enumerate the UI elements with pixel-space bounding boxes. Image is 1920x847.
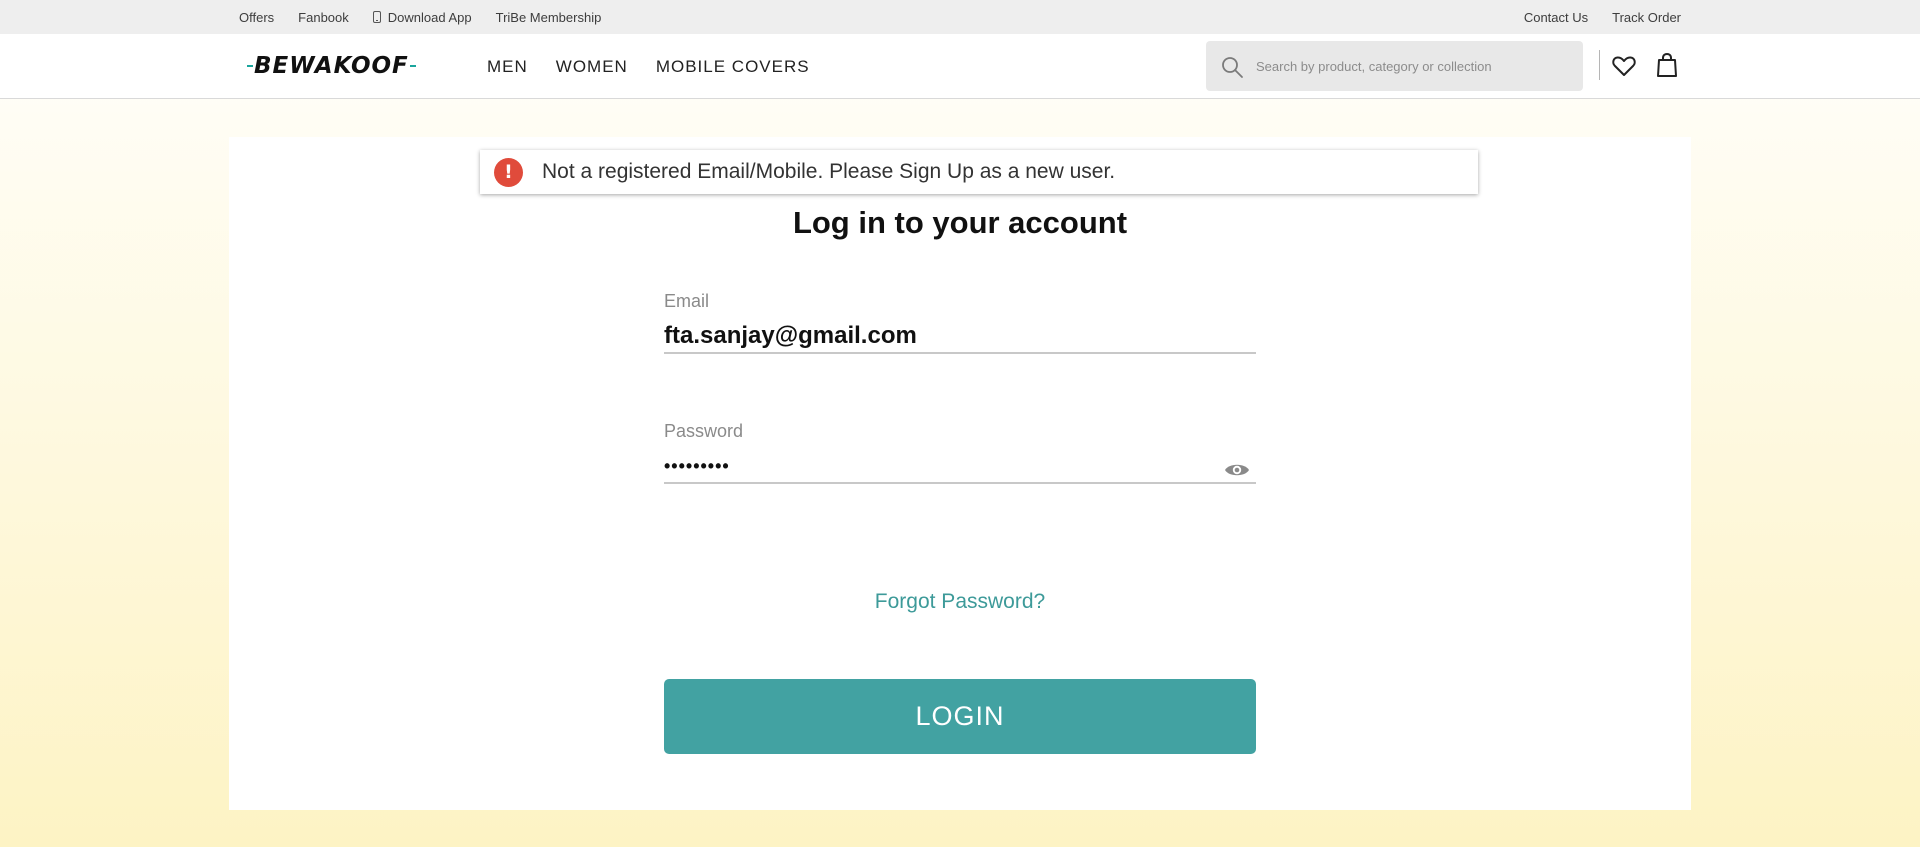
top-links-left: Offers Fanbook Download App TriBe Member…	[239, 0, 625, 34]
brand-logo[interactable]: BEWAKOOF	[246, 48, 424, 84]
track-order-link[interactable]: Track Order	[1612, 10, 1681, 25]
top-links-right: Contact Us Track Order	[1500, 0, 1681, 34]
password-label: Password	[664, 421, 744, 441]
search-input[interactable]	[1256, 41, 1566, 91]
phone-icon	[372, 11, 381, 23]
page-title: Log in to your account	[792, 205, 1128, 240]
search-box	[1206, 41, 1583, 91]
nav-mobile-covers[interactable]: MOBILE COVERS	[656, 57, 810, 77]
top-utility-bar: Offers Fanbook Download App TriBe Member…	[0, 0, 1920, 34]
forgot-password-link[interactable]: Forgot Password?	[800, 590, 1120, 614]
contact-us-link[interactable]: Contact Us	[1524, 10, 1588, 25]
show-password-eye-icon[interactable]	[1224, 461, 1250, 479]
logo-dash-left	[247, 65, 253, 67]
logo-dash-right	[409, 65, 416, 67]
wishlist-heart-icon[interactable]	[1611, 53, 1637, 79]
search-icon[interactable]	[1220, 55, 1244, 79]
fanbook-link[interactable]: Fanbook	[298, 10, 349, 25]
login-button[interactable]: LOGIN	[664, 679, 1256, 754]
email-label: Email	[664, 291, 710, 311]
email-field-group: Email	[664, 291, 1256, 354]
main-nav: MEN WOMEN MOBILE COVERS	[487, 34, 838, 99]
offers-link[interactable]: Offers	[239, 10, 274, 25]
download-app-label: Download App	[387, 9, 472, 25]
tribe-membership-link[interactable]: TriBe Membership	[496, 10, 602, 25]
error-message: Not a registered Email/Mobile. Please Si…	[542, 160, 1116, 183]
nav-women[interactable]: WOMEN	[556, 57, 628, 77]
header-divider	[1599, 50, 1600, 80]
email-field[interactable]	[664, 320, 1256, 354]
main-header: BEWAKOOF MEN WOMEN MOBILE COVERS	[0, 34, 1920, 99]
shopping-bag-icon[interactable]	[1656, 52, 1678, 78]
download-app-link[interactable]: Download App	[372, 9, 472, 25]
error-toast: ! Not a registered Email/Mobile. Please …	[480, 150, 1478, 194]
password-field-group: Password	[664, 421, 1256, 484]
nav-men[interactable]: MEN	[487, 57, 528, 77]
password-field[interactable]	[664, 450, 1256, 484]
logo-wordmark: BEWAKOOF	[254, 53, 409, 79]
error-exclamation-icon: !	[494, 157, 523, 187]
